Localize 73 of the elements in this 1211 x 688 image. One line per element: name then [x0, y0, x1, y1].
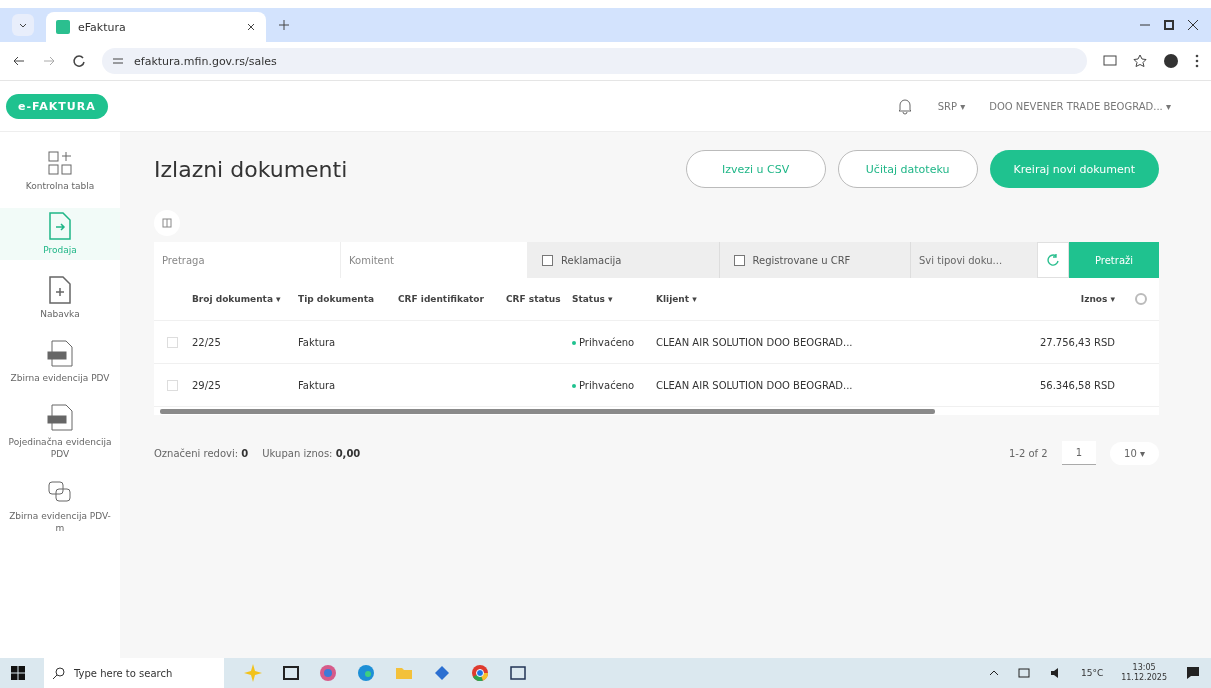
sidebar-item[interactable]: Kontrolna tabla	[0, 146, 120, 196]
document-icon	[46, 404, 74, 432]
sidebar-item[interactable]: Zbirna evidencija PDV	[0, 336, 120, 388]
task-view-icon[interactable]	[282, 664, 300, 682]
scrollbar-thumb[interactable]	[160, 408, 935, 414]
table-cell-text: 56.346,58 RSD	[1038, 379, 1116, 391]
column-header[interactable]: Status ▾	[572, 294, 656, 304]
screen-icon[interactable]	[1103, 54, 1117, 68]
profile-icon[interactable]	[1163, 53, 1179, 69]
reset-button[interactable]	[1037, 242, 1069, 278]
filter-checkbox[interactable]: Registrovane u CRF	[719, 242, 911, 278]
page-range: 1-2 of 2	[1009, 447, 1048, 459]
temperature-text: 15°C	[1080, 668, 1104, 678]
menu-icon[interactable]	[1195, 54, 1199, 68]
address-bar[interactable]: efaktura.mfin.gov.rs/sales	[102, 48, 1087, 74]
table-cell-text: 22/25	[191, 336, 222, 348]
close-icon[interactable]	[246, 22, 256, 32]
sidebar-item[interactable]: Zbirna evidencija PDV-m	[0, 476, 120, 538]
window-icon[interactable]	[508, 663, 528, 683]
company-select[interactable]: DOO NEVENER TRADE BEOGRAD... ▾	[989, 100, 1171, 112]
notification-icon[interactable]	[1185, 665, 1201, 681]
browser-tab[interactable]: eFaktura	[46, 12, 266, 42]
type-select[interactable]: Svi tipovi doku...	[911, 242, 1037, 278]
selected-rows-text: Označeni redovi: 0	[154, 447, 249, 459]
column-header[interactable]: Iznos ▾	[878, 294, 1121, 304]
forward-icon[interactable]	[42, 54, 56, 68]
app-icon[interactable]	[318, 663, 338, 683]
sidebar-item[interactable]: Pojedinačna evidencija PDV	[0, 400, 120, 464]
chevron-up-icon[interactable]	[988, 668, 999, 678]
back-icon[interactable]	[12, 54, 26, 68]
star-icon[interactable]	[1133, 54, 1147, 68]
grid-icon	[47, 150, 73, 176]
table-cell-text: 27.756,43 RSD	[1038, 336, 1116, 348]
status-label: Prihvaćeno	[572, 337, 635, 349]
table-cell-text: Faktura	[298, 336, 337, 348]
row-checkbox[interactable]	[166, 379, 178, 391]
site-settings-icon[interactable]	[112, 55, 124, 67]
taskbar-search-field[interactable]: Type here to search	[44, 658, 224, 688]
column-header[interactable]: CRF status	[506, 294, 572, 304]
column-header[interactable]: Tip dokumenta	[298, 294, 398, 304]
page-title: Izlazni dokumenti	[154, 156, 348, 182]
page-size-select[interactable]: 10 ▾	[1110, 441, 1159, 465]
sidebar-item[interactable]: Nabavka	[0, 272, 120, 324]
table-cell-text: Faktura	[298, 379, 337, 391]
restore-icon[interactable]	[1163, 19, 1175, 31]
total-amount-text: Ukupan iznos: 0,00	[262, 447, 361, 459]
column-header[interactable]: Klijent ▾	[656, 294, 878, 304]
column-header[interactable]: CRF identifikator	[398, 294, 506, 304]
tab-title: eFaktura	[78, 20, 127, 34]
status-label: Prihvaćeno	[572, 380, 635, 392]
table-cell-text: CLEAN AIR SOLUTION DOO BEOGRAD...	[656, 379, 854, 391]
favicon-icon	[56, 20, 70, 34]
table-cell-text: CLEAN AIR SOLUTION DOO BEOGRAD...	[656, 336, 854, 348]
reset-icon	[1046, 253, 1060, 267]
document-arrow-icon	[47, 212, 73, 240]
document-plus-icon	[47, 276, 73, 304]
columns-icon	[162, 218, 172, 228]
reload-icon[interactable]	[72, 54, 86, 68]
column-header[interactable]: Broj dokumenta ▾	[190, 294, 298, 304]
search-icon	[52, 666, 66, 680]
document-icon	[46, 340, 74, 368]
browser-icon[interactable]	[356, 663, 376, 683]
new-tab-icon[interactable]	[278, 19, 290, 31]
table-cell-text: 29/25	[191, 379, 222, 391]
page-field[interactable]: 1	[1061, 441, 1097, 465]
filter-checkbox[interactable]: Reklamacija	[528, 242, 720, 278]
close-icon[interactable]	[1187, 19, 1199, 31]
language-select[interactable]: SRP ▾	[937, 100, 966, 112]
chrome-icon[interactable]	[470, 663, 490, 683]
clock[interactable]: 13:05 11.12.2025	[1121, 663, 1167, 683]
start-icon[interactable]	[10, 665, 26, 681]
network-icon[interactable]	[1016, 666, 1031, 680]
row-checkbox[interactable]	[166, 336, 178, 348]
